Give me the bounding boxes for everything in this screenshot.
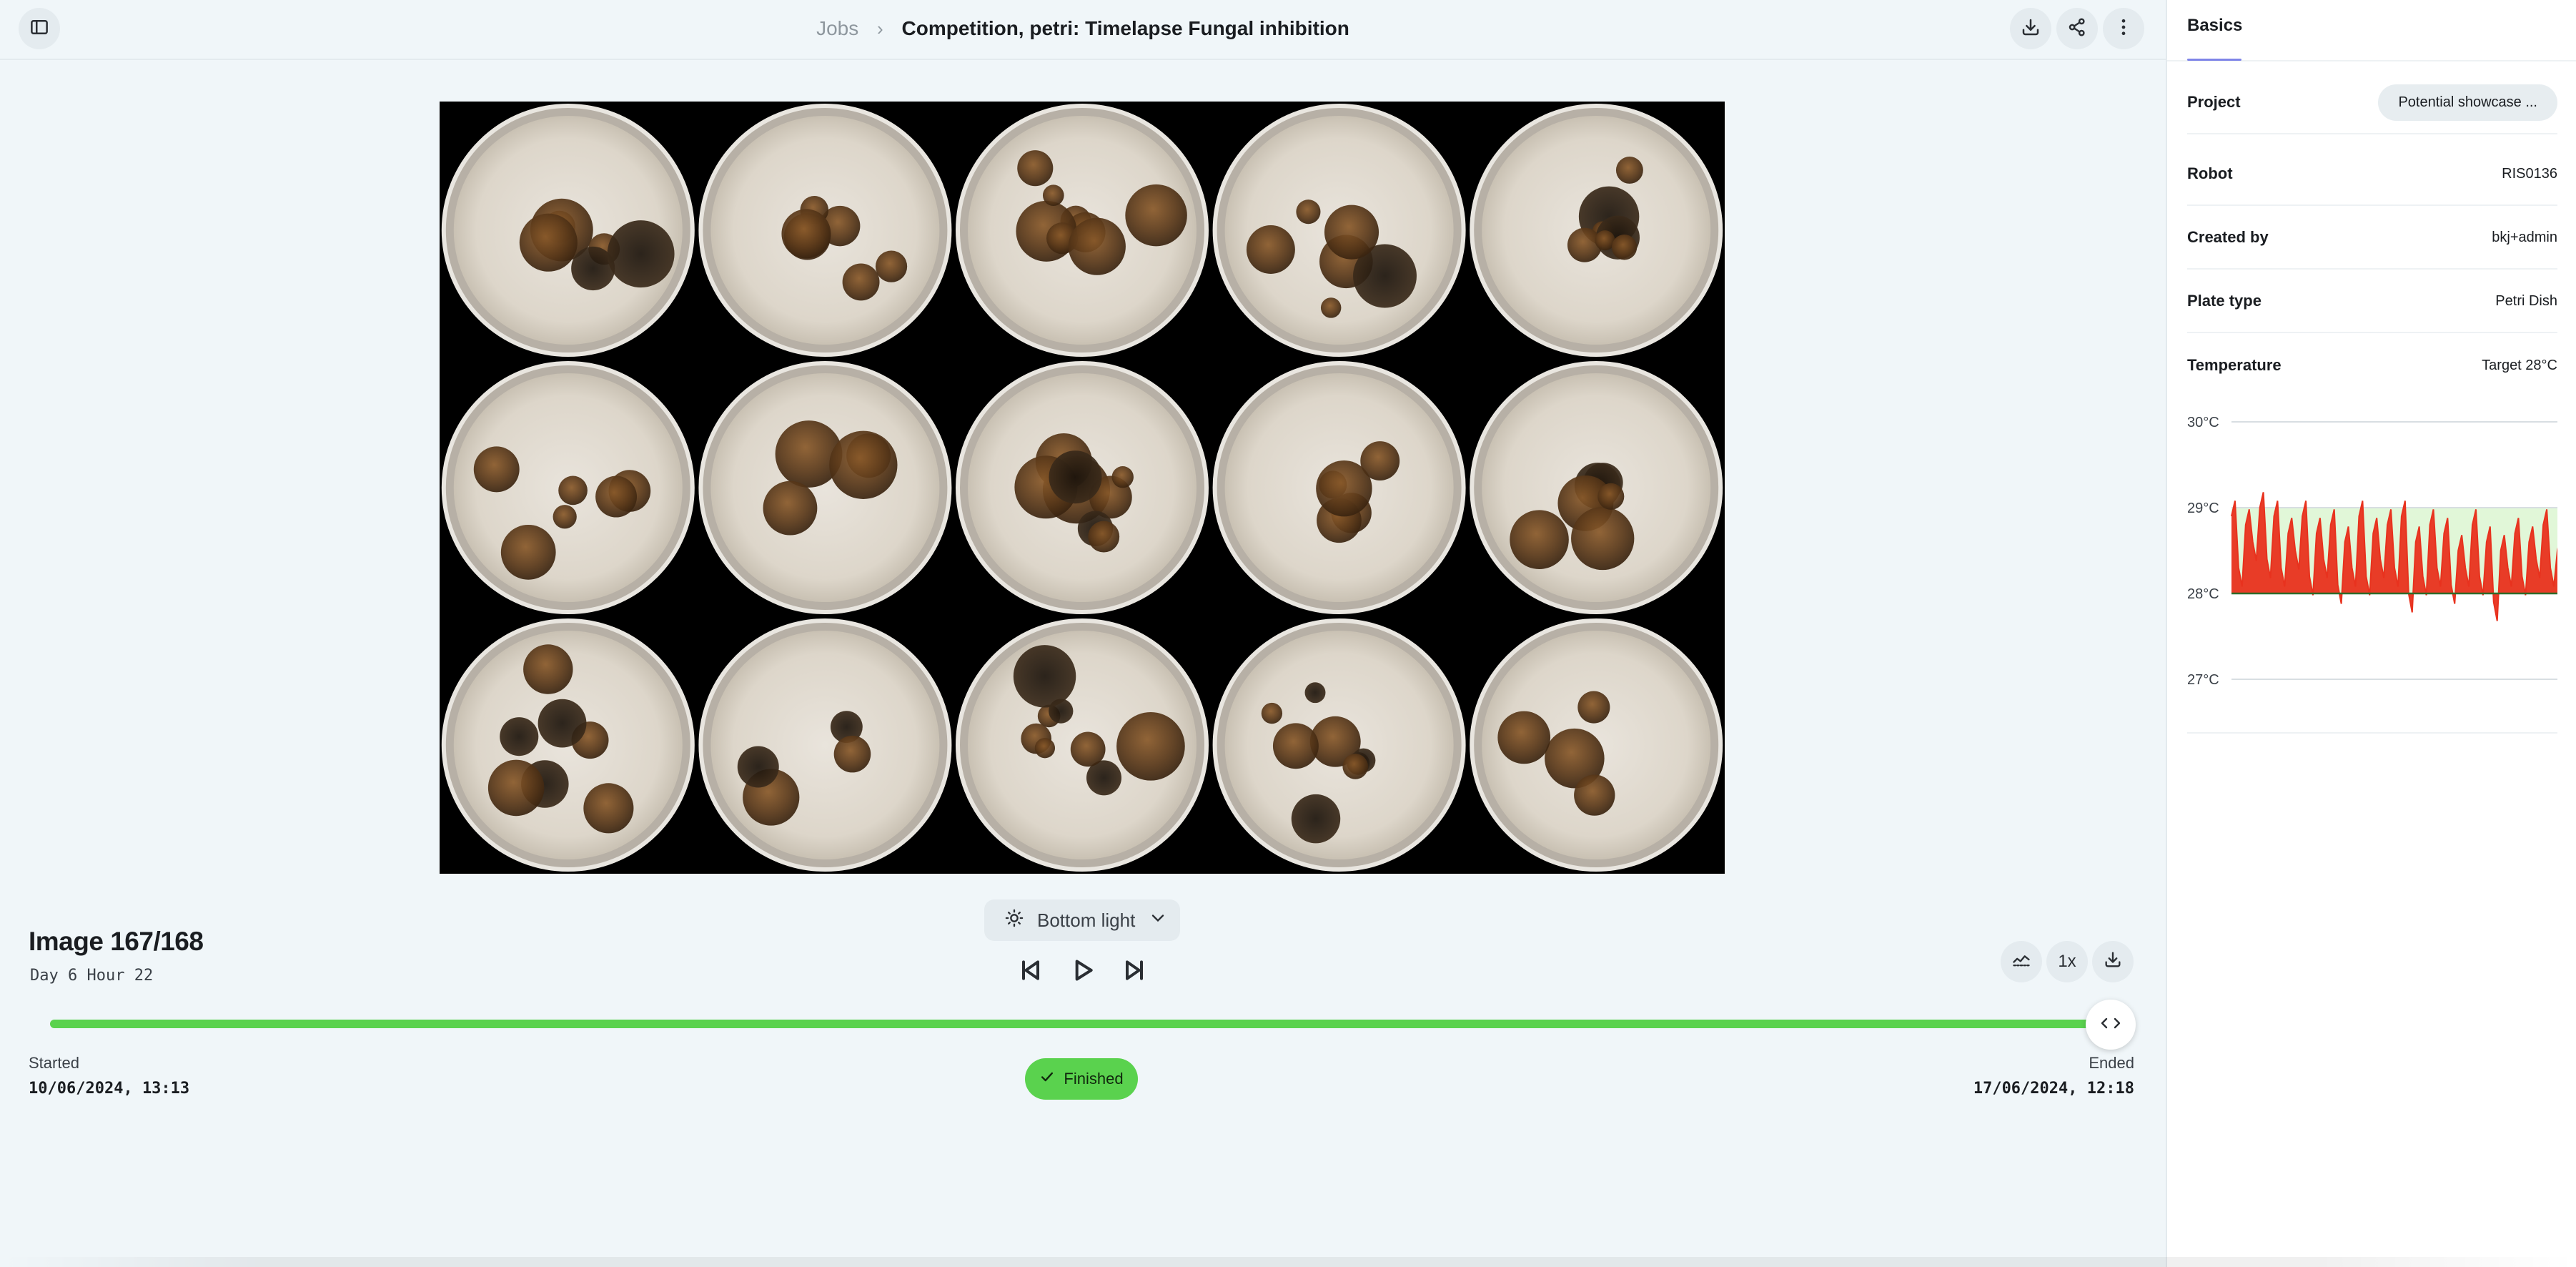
tab-basics[interactable]: Basics bbox=[2187, 16, 2242, 36]
started-label: Started bbox=[29, 1054, 79, 1072]
petri-dish bbox=[441, 104, 695, 357]
page-title: Competition, petri: Timelapse Fungal inh… bbox=[901, 17, 1349, 39]
play-button[interactable] bbox=[1065, 954, 1101, 990]
petri-dish bbox=[1470, 104, 1723, 357]
analysis-toggle-button[interactable] bbox=[2001, 941, 2042, 982]
chevron-down-icon bbox=[1148, 908, 1168, 933]
light-source-label: Bottom light bbox=[1037, 909, 1136, 931]
timeline-track[interactable] bbox=[50, 1020, 2123, 1028]
petri-dish bbox=[698, 618, 952, 872]
y-tick-label: 29°C bbox=[2187, 501, 2219, 516]
breadcrumb-separator: › bbox=[877, 18, 883, 39]
ended-value: 17/06/2024, 12:18 bbox=[1973, 1080, 2134, 1098]
graph-icon bbox=[2011, 950, 2031, 975]
timeline-progress bbox=[50, 1020, 2111, 1028]
download-icon bbox=[2103, 950, 2123, 975]
property-label: Created by bbox=[2187, 228, 2269, 246]
next-image-button[interactable] bbox=[1116, 954, 1152, 990]
download-image-button[interactable] bbox=[2092, 941, 2134, 982]
more-options-button[interactable] bbox=[2103, 8, 2144, 49]
petri-dish bbox=[1470, 361, 1723, 614]
skip-forward-icon bbox=[1120, 956, 1149, 988]
property-value: RIS0136 bbox=[2502, 165, 2557, 182]
bottom-edge-shadow bbox=[0, 1257, 2576, 1267]
check-icon bbox=[1039, 1069, 1055, 1089]
petri-dish bbox=[1212, 361, 1466, 614]
property-label: Temperature bbox=[2187, 356, 2282, 374]
petri-dish bbox=[441, 618, 695, 872]
petri-dish bbox=[698, 104, 952, 357]
status-badge: Finished bbox=[1025, 1058, 1138, 1100]
y-tick-label: 30°C bbox=[2187, 415, 2219, 430]
property-row-project: Project Potential showcase ... bbox=[2187, 72, 2557, 134]
previous-image-button[interactable] bbox=[1013, 954, 1049, 990]
property-value: bkj+admin bbox=[2492, 229, 2557, 245]
petri-dish bbox=[956, 104, 1209, 357]
property-label: Robot bbox=[2187, 164, 2233, 182]
timepoint-label: Day 6 Hour 22 bbox=[30, 967, 154, 985]
status-label: Finished bbox=[1064, 1070, 1124, 1088]
petri-dish bbox=[441, 361, 695, 614]
petri-dish bbox=[1212, 104, 1466, 357]
property-label: Project bbox=[2187, 93, 2241, 111]
details-panel: Basics Project Potential showcase ... Ro… bbox=[2166, 0, 2576, 1267]
chart-divider bbox=[2187, 732, 2557, 734]
image-counter: Image 167/168 bbox=[29, 927, 204, 956]
playback-speed-button[interactable]: 1x bbox=[2046, 941, 2088, 982]
light-source-select[interactable]: Bottom light bbox=[984, 899, 1180, 941]
petri-dish bbox=[1470, 618, 1723, 872]
more-vertical-icon bbox=[2113, 16, 2134, 41]
drag-handle-icon bbox=[2098, 1015, 2124, 1035]
y-tick-label: 28°C bbox=[2187, 586, 2219, 602]
plate-image bbox=[440, 102, 1725, 874]
sun-icon bbox=[1004, 908, 1024, 933]
property-label: Plate type bbox=[2187, 292, 2262, 310]
petri-dish bbox=[956, 361, 1209, 614]
breadcrumb: Jobs › Competition, petri: Timelapse Fun… bbox=[0, 16, 2166, 41]
property-row-temperature: Temperature Target 28°C bbox=[2187, 334, 2557, 397]
download-icon bbox=[2020, 16, 2041, 41]
top-bar: Jobs › Competition, petri: Timelapse Fun… bbox=[0, 0, 2166, 60]
started-value: 10/06/2024, 13:13 bbox=[29, 1080, 190, 1098]
timeline-handle[interactable] bbox=[2085, 1000, 2136, 1050]
skip-back-icon bbox=[1016, 956, 1045, 988]
property-row-created-by: Created by bkj+admin bbox=[2187, 207, 2557, 270]
y-tick-label: 27°C bbox=[2187, 672, 2219, 688]
property-value: Petri Dish bbox=[2495, 292, 2557, 309]
property-row-robot: Robot RIS0136 bbox=[2187, 143, 2557, 206]
ended-label: Ended bbox=[2089, 1054, 2134, 1072]
tab-active-indicator bbox=[2187, 59, 2241, 61]
petri-dish bbox=[698, 361, 952, 614]
property-value: Target 28°C bbox=[2482, 357, 2557, 373]
project-select[interactable]: Potential showcase ... bbox=[2378, 84, 2557, 121]
petri-dish bbox=[1212, 618, 1466, 872]
play-icon bbox=[1069, 956, 1097, 988]
share-icon bbox=[2066, 16, 2088, 41]
petri-dish bbox=[956, 618, 1209, 872]
temperature-chart: 30°C 29°C 28°C 27°C bbox=[2187, 408, 2557, 736]
breadcrumb-jobs-link[interactable]: Jobs bbox=[816, 17, 858, 39]
share-button[interactable] bbox=[2056, 8, 2098, 49]
download-button[interactable] bbox=[2010, 8, 2051, 49]
property-row-plate-type: Plate type Petri Dish bbox=[2187, 270, 2557, 333]
